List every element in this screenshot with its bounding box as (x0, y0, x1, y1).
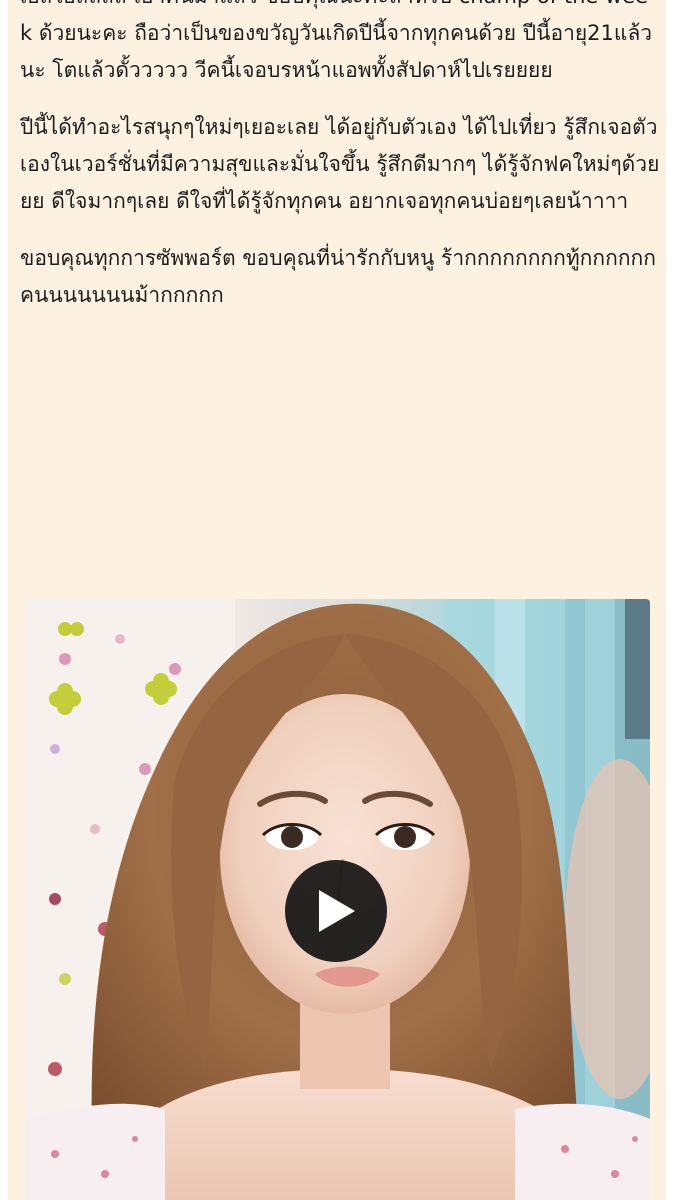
play-button[interactable] (285, 860, 387, 962)
post-body: เอสไอสิสิสิสิ เอาคืนมาแล้ว ขอบคุณนะคะสำห… (20, 0, 660, 334)
post-paragraph-3: ขอบคุณทุกการซัพพอร์ต ขอบคุณที่น่ารักกับห… (20, 246, 656, 307)
post-paragraph-2: ปีนี้ได้ทำอะไรสนุกๆใหม่ๆเยอะเลย ได้อยู่ก… (20, 115, 660, 213)
post-paragraph-1: เอสไอสิสิสิสิ เอาคืนมาแล้ว ขอบคุณนะคะสำห… (20, 0, 653, 82)
post-page: เอสไอสิสิสิสิ เอาคืนมาแล้ว ขอบคุณนะคะสำห… (0, 0, 674, 1200)
play-icon (319, 890, 355, 932)
